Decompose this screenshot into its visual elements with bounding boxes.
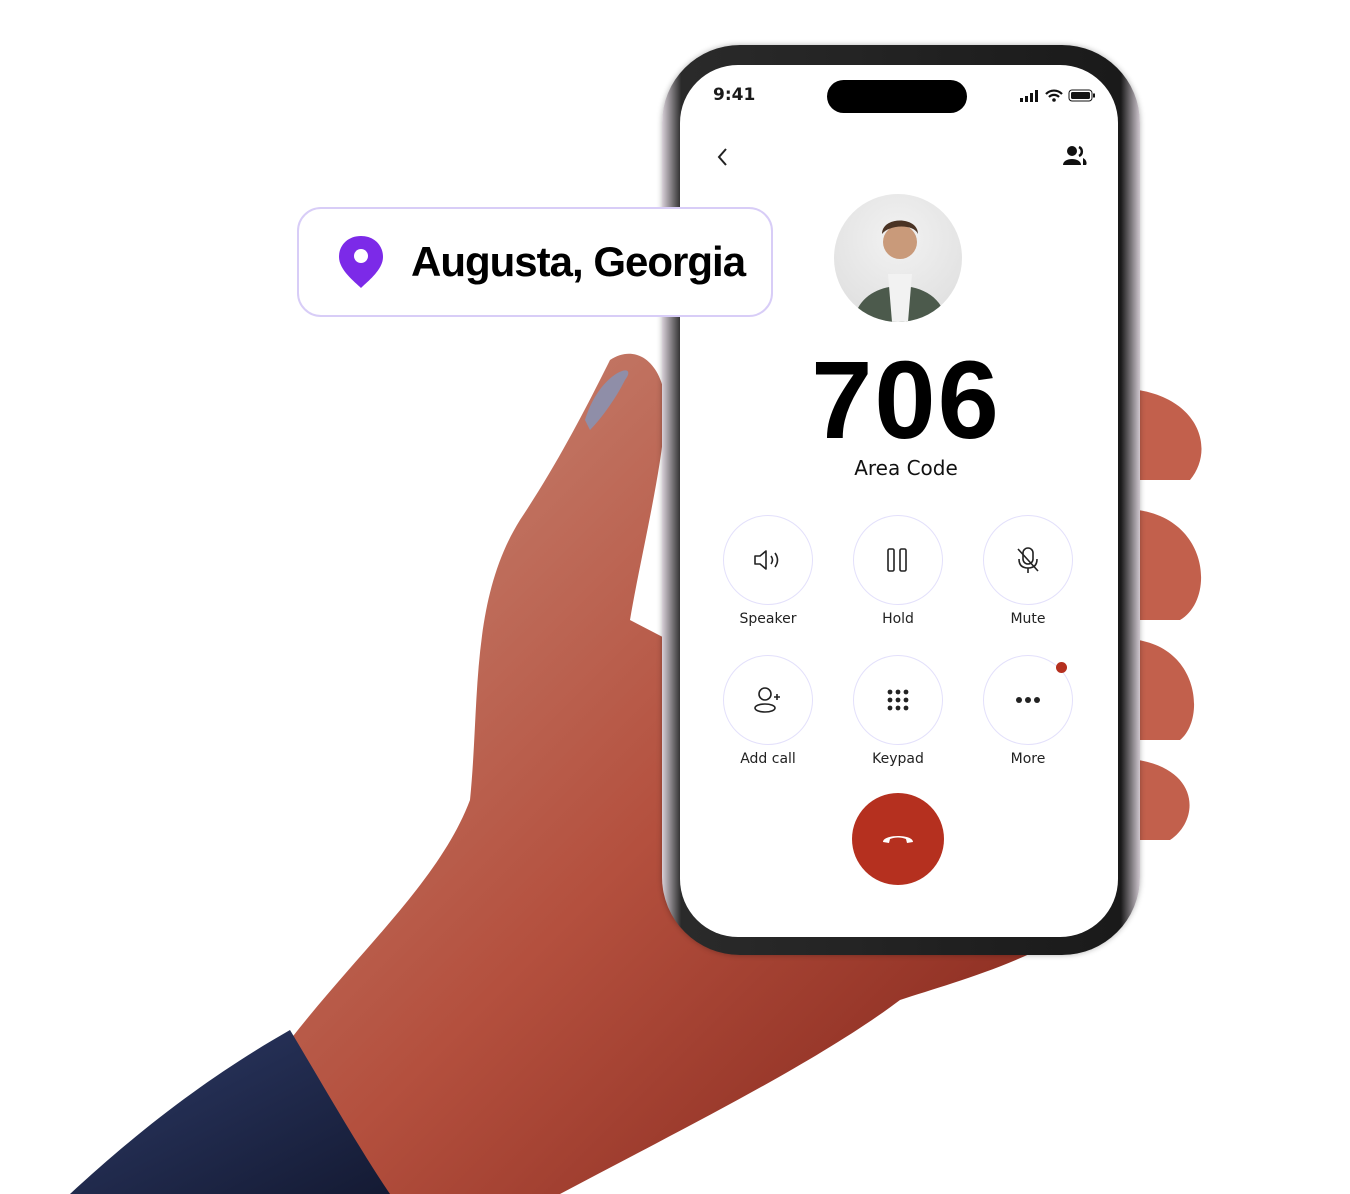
location-card: Augusta, Georgia [297, 207, 773, 317]
hold-button[interactable] [853, 515, 943, 605]
pause-icon [887, 548, 907, 572]
contacts-icon[interactable] [1062, 145, 1088, 167]
add-person-icon [754, 687, 780, 713]
speaker-label: Speaker [739, 611, 797, 627]
avatar [834, 194, 962, 322]
battery-icon [1068, 89, 1095, 102]
area-code: 706 [811, 339, 1001, 462]
notification-badge [1056, 662, 1067, 673]
keypad-icon [887, 689, 909, 711]
keypad-button[interactable] [853, 655, 943, 745]
more-label: More [1010, 751, 1046, 767]
speaker-button[interactable] [723, 515, 813, 605]
map-pin-icon [339, 236, 383, 288]
add-call-button[interactable] [723, 655, 813, 745]
chevron-left-icon[interactable] [710, 143, 738, 171]
area-code-label: Area Code [854, 456, 958, 480]
status-icons [1020, 89, 1096, 102]
signal-icon [1020, 89, 1038, 102]
wifi-icon [1045, 89, 1063, 102]
status-time: 9:41 [713, 85, 756, 105]
mute-label: Mute [1010, 611, 1046, 627]
dynamic-island [827, 80, 967, 113]
mic-off-icon [1017, 547, 1039, 573]
speaker-icon [754, 550, 779, 570]
more-icon [1016, 697, 1040, 703]
location-text: Augusta, Georgia [411, 238, 746, 285]
phone-screen: 9:41 706 Area Code Speaker Hold Mute Add… [680, 65, 1118, 937]
mute-button[interactable] [983, 515, 1073, 605]
end-call-icon [883, 836, 913, 843]
add-call-label: Add call [740, 751, 796, 767]
hold-label: Hold [882, 611, 914, 627]
keypad-label: Keypad [872, 751, 924, 767]
end-call-button[interactable] [852, 793, 944, 885]
